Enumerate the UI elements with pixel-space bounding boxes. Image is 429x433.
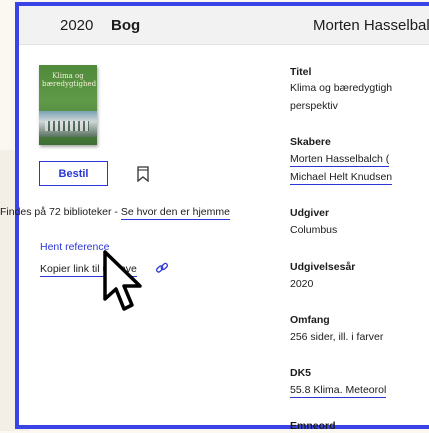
extent-value: 256 sider, ill. i farver [290, 331, 384, 343]
availability-text: Findes på 72 biblioteker - Se hvor den e… [0, 206, 230, 220]
detail-dk5: DK5 55.8 Klima. Meteorol [290, 367, 429, 398]
chain-link-icon[interactable] [155, 261, 169, 275]
year-label: Udgivelsesår [290, 261, 356, 273]
cover-title: Klima og bæredygtighed [42, 72, 97, 88]
title-label: Titel [290, 66, 312, 78]
dk5-label: DK5 [290, 367, 312, 379]
dk5-link[interactable]: 55.8 Klima. Meteorol [290, 384, 387, 398]
detail-creators: Skabere Morten Hasselbalch ( Michael Hel… [290, 136, 429, 185]
header-year: 2020 [60, 17, 94, 34]
extent-label: Omfang [290, 314, 330, 326]
availability-count: Findes på 72 biblioteker - [0, 206, 121, 218]
mouse-pointer-icon [103, 250, 142, 311]
detail-subjects: Emneord [290, 420, 429, 433]
cover-photo [39, 111, 97, 137]
bookmark-icon[interactable] [136, 166, 150, 182]
header-material-type: Bog [111, 17, 141, 34]
year-value: 2020 [290, 278, 314, 290]
detail-extent: Omfang 256 sider, ill. i farver [290, 314, 429, 345]
book-cover-image: Klima og bæredygtighed [39, 65, 97, 145]
detail-year: Udgivelsesår 2020 [290, 261, 429, 292]
creator-link[interactable]: Morten Hasselbalch ( [290, 153, 390, 167]
title-value-line1: Klima og bæredygtigh [290, 82, 393, 94]
title-value-line2: perspektiv [290, 100, 338, 112]
creators-label: Skabere [290, 136, 331, 148]
creator-link[interactable]: Michael Helt Knudsen [290, 171, 393, 185]
page: 2020 Bog Morten Hasselbalc Klima og bære… [0, 0, 429, 433]
header-author: Morten Hasselbalc [313, 17, 429, 34]
publisher-value: Columbus [290, 224, 338, 236]
subjects-label: Emneord [290, 420, 336, 432]
order-button[interactable]: Bestil [39, 161, 108, 186]
detail-title: Titel Klima og bæredygtigh perspektiv [290, 66, 429, 114]
find-library-link[interactable]: Se hvor den er hjemme [120, 206, 230, 220]
publisher-label: Udgiver [290, 207, 330, 219]
detail-publisher: Udgiver Columbus [290, 207, 429, 238]
